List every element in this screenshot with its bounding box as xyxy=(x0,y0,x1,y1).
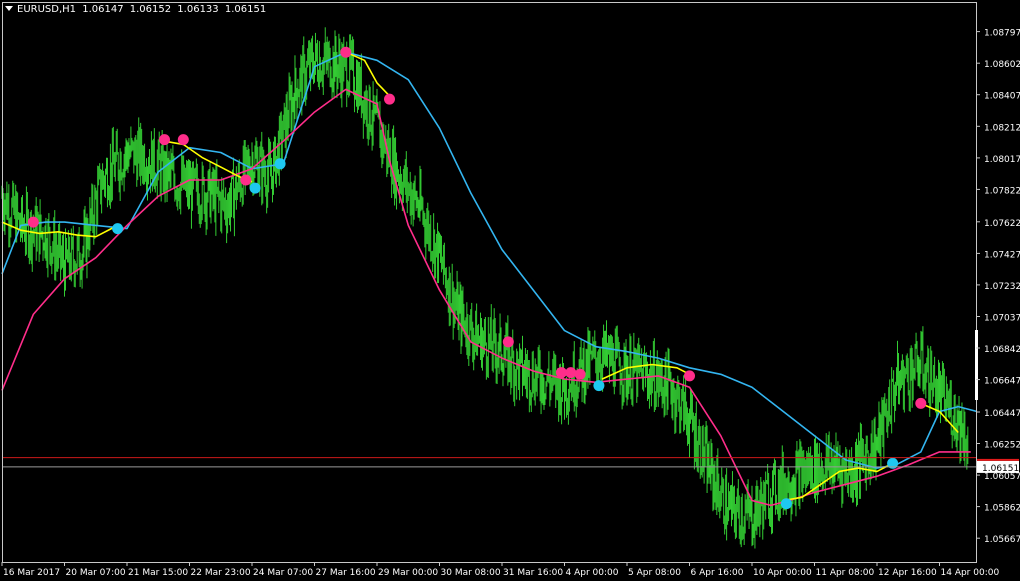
chart-header: EURUSD,H1 1.06147 1.06152 1.06133 1.0615… xyxy=(3,4,269,16)
close-value: 1.06151 xyxy=(224,4,267,15)
x-tick-label: 24 Mar 07:00 xyxy=(253,568,313,578)
y-tick-label: 1.08212 xyxy=(984,123,1020,133)
current-price-marker xyxy=(977,458,1019,461)
buy-signal-marker xyxy=(780,498,792,510)
low-value: 1.06133 xyxy=(177,4,219,15)
buy-signal-marker xyxy=(593,380,605,392)
y-tick-label: 1.06447 xyxy=(984,409,1020,419)
sell-signal-marker xyxy=(684,370,695,382)
sell-signal-marker xyxy=(159,134,170,146)
current-price-text: 1.06151 xyxy=(982,464,1019,474)
x-tick-label: 5 Apr 08:00 xyxy=(628,568,681,578)
buy-signal-marker xyxy=(274,158,286,170)
sell-signal-marker xyxy=(240,174,252,186)
x-tick-label: 31 Mar 16:00 xyxy=(503,568,563,578)
sell-signal-marker xyxy=(177,134,189,146)
y-tick-label: 1.07427 xyxy=(984,250,1020,260)
symbol-label: EURUSD,H1 xyxy=(17,4,77,15)
y-tick-label: 1.05667 xyxy=(984,535,1020,545)
x-tick-label: 29 Mar 00:00 xyxy=(378,568,438,578)
sell-signal-marker xyxy=(340,46,352,58)
y-tick-label: 1.08017 xyxy=(984,155,1020,165)
high-value: 1.06152 xyxy=(129,4,172,15)
x-tick-label: 14 Apr 00:00 xyxy=(941,568,1000,578)
x-tick-label: 27 Mar 16:00 xyxy=(316,568,376,578)
y-tick-label: 1.08407 xyxy=(984,92,1020,102)
y-tick-label: 1.08602 xyxy=(984,60,1020,70)
sell-signal-marker xyxy=(555,367,567,379)
x-tick-label: 4 Apr 00:00 xyxy=(566,568,619,578)
x-tick-label: 16 Mar 2017 xyxy=(3,568,60,578)
y-tick-label: 1.06842 xyxy=(984,345,1020,355)
y-tick-label: 1.05862 xyxy=(984,504,1020,514)
y-tick-label: 1.06647 xyxy=(984,377,1020,387)
sell-signal-marker xyxy=(27,216,39,228)
sell-signal-marker xyxy=(502,336,514,348)
x-tick-label: 22 Mar 23:00 xyxy=(191,568,251,578)
y-tick-label: 1.07822 xyxy=(984,186,1020,196)
buy-signal-marker xyxy=(249,182,261,194)
x-tick-label: 12 Apr 16:00 xyxy=(878,568,937,578)
x-tick-label: 6 Apr 16:00 xyxy=(691,568,744,578)
sell-signal-marker xyxy=(384,93,395,105)
y-tick-label: 1.07037 xyxy=(984,314,1020,324)
dropdown-arrow-icon[interactable] xyxy=(5,6,13,11)
open-value: 1.06147 xyxy=(82,4,124,15)
sell-signal-marker xyxy=(565,367,577,379)
sell-signal-marker xyxy=(574,368,586,380)
buy-signal-marker xyxy=(112,223,124,235)
y-tick-label: 1.07622 xyxy=(984,219,1020,229)
current-price-label: 1.06151 xyxy=(977,458,1019,474)
y-tick-label: 1.06252 xyxy=(984,441,1020,451)
x-tick-label: 21 Mar 15:00 xyxy=(128,568,188,578)
sell-signal-marker xyxy=(915,397,927,409)
x-tick-label: 11 Apr 08:00 xyxy=(816,568,875,578)
x-tick-label: 30 Mar 08:00 xyxy=(441,568,501,578)
x-tick-label: 10 Apr 00:00 xyxy=(753,568,812,578)
chart: 1.08797 1.08602 1.08407 1.08212 1.08017 1.078… xyxy=(0,0,1020,581)
x-tick-label: 20 Mar 07:00 xyxy=(66,568,126,578)
y-tick-label: 1.08797 xyxy=(984,29,1020,39)
y-tick-label: 1.07232 xyxy=(984,282,1020,292)
